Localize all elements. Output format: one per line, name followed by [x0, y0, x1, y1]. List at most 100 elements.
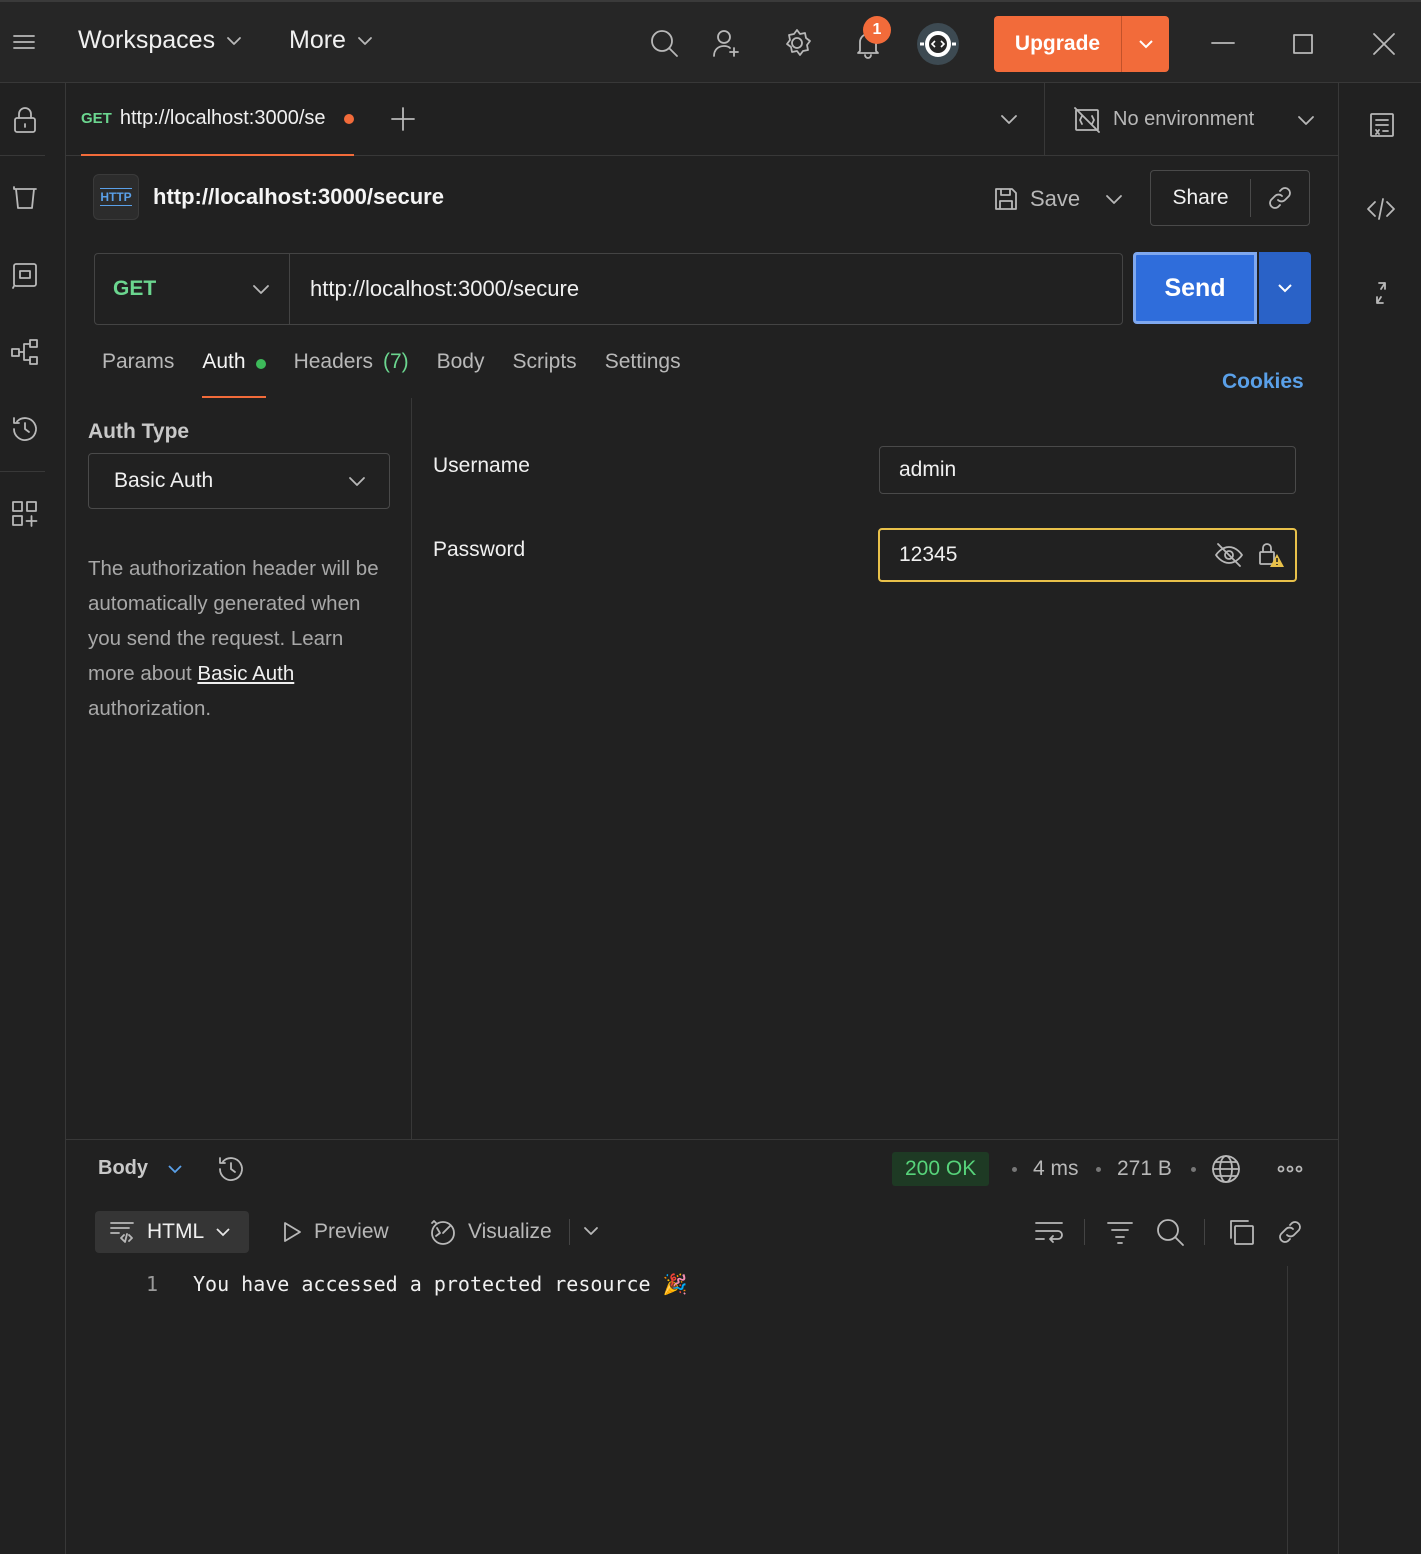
- settings-gear-icon[interactable]: [782, 28, 812, 58]
- upgrade-dropdown-chevron-icon[interactable]: [1122, 16, 1169, 72]
- auth-type-label: Auth Type: [88, 420, 190, 443]
- share-button-group: Share: [1150, 170, 1310, 226]
- maximize-window-icon[interactable]: [1291, 32, 1315, 56]
- response-body-selector[interactable]: Body: [98, 1157, 184, 1180]
- chevron-down-icon: [227, 36, 241, 45]
- vault-lock-warning-icon[interactable]: [1257, 540, 1287, 570]
- tab-method: GET: [81, 110, 112, 127]
- variables-icon[interactable]: [1368, 111, 1396, 139]
- wrap-lines-icon[interactable]: [1034, 1218, 1064, 1246]
- request-tab[interactable]: GET http://localhost:3000/se: [81, 83, 354, 156]
- username-input[interactable]: admin: [879, 446, 1296, 494]
- response-format-select[interactable]: HTML: [95, 1211, 249, 1253]
- format-code-icon: [110, 1222, 134, 1243]
- auth-type-pane: Auth Type Basic Auth The authorization h…: [66, 398, 412, 1140]
- history-icon[interactable]: [10, 414, 40, 444]
- tab-params[interactable]: Params: [102, 350, 174, 398]
- related-collapse-icon[interactable]: [1367, 279, 1395, 307]
- visualize-dropdown-chevron-icon[interactable]: [582, 1222, 600, 1240]
- visualize-button[interactable]: Visualize: [428, 1211, 552, 1253]
- chevron-down-icon: [253, 285, 269, 294]
- tab-body[interactable]: Body: [437, 350, 485, 398]
- tab-headers[interactable]: Headers (7): [294, 350, 409, 398]
- send-button-group: Send: [1133, 252, 1311, 324]
- send-button[interactable]: Send: [1133, 252, 1257, 324]
- cookies-link[interactable]: Cookies: [1222, 370, 1304, 394]
- request-name[interactable]: http://localhost:3000/secure: [153, 184, 444, 210]
- new-tab-plus-icon[interactable]: [389, 105, 417, 133]
- tab-url: http://localhost:3000/se: [119, 107, 326, 129]
- chevron-down-icon: [1298, 115, 1315, 125]
- url-bar: GET http://localhost:3000/secure: [94, 253, 1123, 325]
- separator-dot: [1191, 1167, 1196, 1172]
- lock-icon[interactable]: [10, 105, 40, 135]
- save-icon: [995, 188, 1017, 210]
- sidebar-divider: [0, 155, 45, 156]
- collections-icon[interactable]: [10, 183, 40, 213]
- copy-link-icon[interactable]: [1251, 171, 1309, 225]
- chevron-down-icon: [349, 477, 365, 486]
- network-globe-icon[interactable]: [1210, 1153, 1242, 1185]
- tab-scripts[interactable]: Scripts: [513, 350, 577, 398]
- add-apps-icon[interactable]: [10, 499, 40, 529]
- flows-icon[interactable]: [10, 337, 40, 367]
- visualize-sparkle-icon: [431, 1220, 455, 1245]
- filter-icon[interactable]: [1106, 1218, 1134, 1246]
- status-badge[interactable]: 200 OK: [892, 1152, 990, 1186]
- response-time[interactable]: 4 ms: [1033, 1157, 1079, 1181]
- tabs-overflow-chevron-icon[interactable]: [999, 109, 1019, 129]
- minimize-window-icon[interactable]: [1210, 32, 1236, 58]
- close-window-icon[interactable]: [1371, 31, 1397, 57]
- response-history-icon[interactable]: [216, 1154, 246, 1184]
- preview-button[interactable]: Preview: [280, 1211, 389, 1253]
- hide-password-eye-icon[interactable]: [1214, 540, 1244, 570]
- upgrade-button[interactable]: Upgrade: [994, 16, 1169, 72]
- no-environment-icon: [1074, 106, 1100, 133]
- invite-user-icon[interactable]: [712, 28, 742, 58]
- separator-dot: [1096, 1167, 1101, 1172]
- password-input[interactable]: 12345: [878, 528, 1297, 582]
- auth-type-select[interactable]: Basic Auth: [88, 453, 390, 509]
- request-subtabs: Params Auth Headers (7) Body Scripts Sett…: [102, 350, 681, 398]
- share-button[interactable]: Share: [1151, 179, 1251, 217]
- response-body-code[interactable]: 1 You have accessed a protected resource…: [66, 1266, 1288, 1554]
- username-label: Username: [433, 454, 530, 477]
- left-sidebar: [0, 83, 66, 1554]
- copy-icon[interactable]: [1226, 1217, 1256, 1247]
- url-input[interactable]: http://localhost:3000/secure: [290, 254, 1122, 324]
- environments-icon[interactable]: [10, 260, 40, 290]
- search-icon[interactable]: [649, 28, 679, 58]
- agent-avatar-icon[interactable]: [916, 22, 960, 66]
- http-request-icon: HTTP: [93, 174, 139, 220]
- link-icon[interactable]: [1275, 1217, 1305, 1247]
- search-icon[interactable]: [1155, 1217, 1185, 1247]
- chevron-down-icon: [216, 1228, 230, 1237]
- response-divider: [66, 1139, 1338, 1140]
- right-sidebar: [1338, 83, 1421, 1554]
- toolbar-separator: [1204, 1219, 1205, 1245]
- send-dropdown-chevron-icon[interactable]: [1259, 252, 1311, 324]
- code-scrollbar[interactable]: [1287, 1266, 1288, 1554]
- code-snippet-icon[interactable]: [1366, 194, 1396, 224]
- more-menu[interactable]: More: [289, 26, 374, 55]
- more-options-icon[interactable]: [1276, 1157, 1304, 1181]
- sidebar-divider: [0, 471, 45, 472]
- save-button[interactable]: Save: [992, 172, 1124, 226]
- unsaved-dot: [343, 113, 354, 124]
- workspaces-menu[interactable]: Workspaces: [78, 26, 243, 55]
- tab-settings[interactable]: Settings: [605, 350, 681, 398]
- chevron-down-icon: [168, 1164, 182, 1173]
- line-number: 1: [146, 1272, 159, 1296]
- save-dropdown-chevron-icon[interactable]: [1104, 189, 1124, 209]
- method-select[interactable]: GET: [95, 254, 290, 324]
- request-tabs-row: GET http://localhost:3000/se No environm…: [66, 83, 1338, 156]
- code-line: You have accessed a protected resource 🎉: [193, 1272, 688, 1296]
- chevron-down-icon: [358, 36, 372, 45]
- play-icon: [284, 1222, 301, 1242]
- top-bar: Workspaces More 1 Upgrade: [0, 0, 1421, 83]
- hamburger-menu-icon[interactable]: [12, 30, 36, 54]
- basic-auth-link[interactable]: Basic Auth: [197, 662, 294, 685]
- tab-auth[interactable]: Auth: [202, 350, 266, 398]
- environment-selector[interactable]: No environment: [1044, 83, 1338, 156]
- response-size[interactable]: 271 B: [1117, 1157, 1172, 1181]
